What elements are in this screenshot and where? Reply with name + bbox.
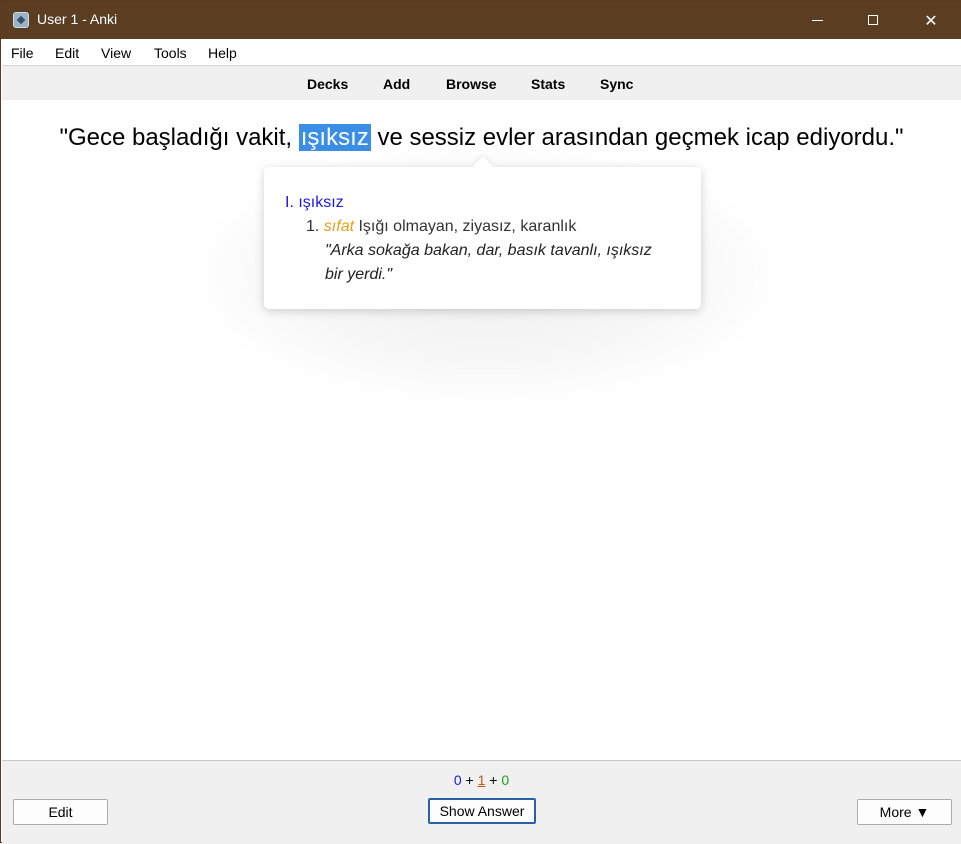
entry-number: I.	[285, 194, 294, 211]
sentence-before: "Gece başladığı vakit,	[59, 124, 293, 151]
main-toolbar: Decks Add Browse Stats Sync	[2, 65, 961, 101]
definition: Işığı olmayan, ziyasız, karanlık	[358, 218, 577, 235]
due-counts: 0 + 1 + 0	[2, 772, 961, 788]
window-title: User 1 - Anki	[37, 11, 118, 27]
part-of-speech: sıfat	[323, 218, 355, 235]
show-answer-button[interactable]: Show Answer	[428, 798, 536, 824]
toolbar-add[interactable]: Add	[383, 76, 410, 92]
headword: ışıksız	[298, 194, 344, 211]
menu-bar: File Edit View Tools Help	[2, 39, 961, 65]
anki-window: User 1 - Anki ✕ File Edit View Tools Hel…	[0, 0, 961, 844]
edit-button[interactable]: Edit	[13, 799, 108, 825]
sense-number: 1.	[306, 218, 320, 235]
close-icon: ✕	[924, 10, 938, 30]
plus-sign: +	[489, 772, 498, 788]
title-bar[interactable]: User 1 - Anki ✕	[1, 1, 961, 39]
review-count: 0	[501, 772, 510, 788]
toolbar-browse[interactable]: Browse	[446, 76, 497, 92]
menu-view[interactable]: View	[101, 45, 131, 61]
learning-count: 1	[477, 772, 486, 788]
anki-app-icon	[13, 12, 29, 28]
menu-help[interactable]: Help	[208, 45, 237, 61]
plus-sign: +	[465, 772, 474, 788]
card-area: "Gece başladığı vakit, ışıksız ve sessiz…	[2, 100, 961, 760]
selected-word[interactable]: ışıksız	[298, 124, 371, 151]
minimize-icon	[811, 19, 823, 21]
dictionary-popup: I. ışıksız 1. sıfat Işığı olmayan, ziyas…	[264, 156, 701, 309]
toolbar-decks[interactable]: Decks	[307, 76, 348, 92]
toolbar-sync[interactable]: Sync	[600, 76, 633, 92]
new-count: 0	[453, 772, 462, 788]
toolbar-stats[interactable]: Stats	[531, 76, 565, 92]
example-line-1: "Arka sokağa bakan, dar, basık tavanlı, …	[325, 242, 652, 259]
sense-line: 1. sıfat Işığı olmayan, ziyasız, karanlı…	[306, 218, 576, 236]
review-bottom-bar: 0 + 1 + 0 Edit Show Answer More ▼	[2, 760, 961, 844]
entry-heading: I. ışıksız	[285, 194, 344, 212]
minimize-button[interactable]	[794, 1, 840, 39]
close-button[interactable]: ✕	[908, 1, 954, 39]
more-button[interactable]: More ▼	[857, 799, 952, 825]
menu-file[interactable]: File	[11, 45, 34, 61]
menu-edit[interactable]: Edit	[55, 45, 79, 61]
maximize-icon	[868, 15, 878, 25]
menu-tools[interactable]: Tools	[154, 45, 187, 61]
example-line-2: bir yerdi."	[325, 266, 393, 283]
maximize-button[interactable]	[850, 1, 896, 39]
